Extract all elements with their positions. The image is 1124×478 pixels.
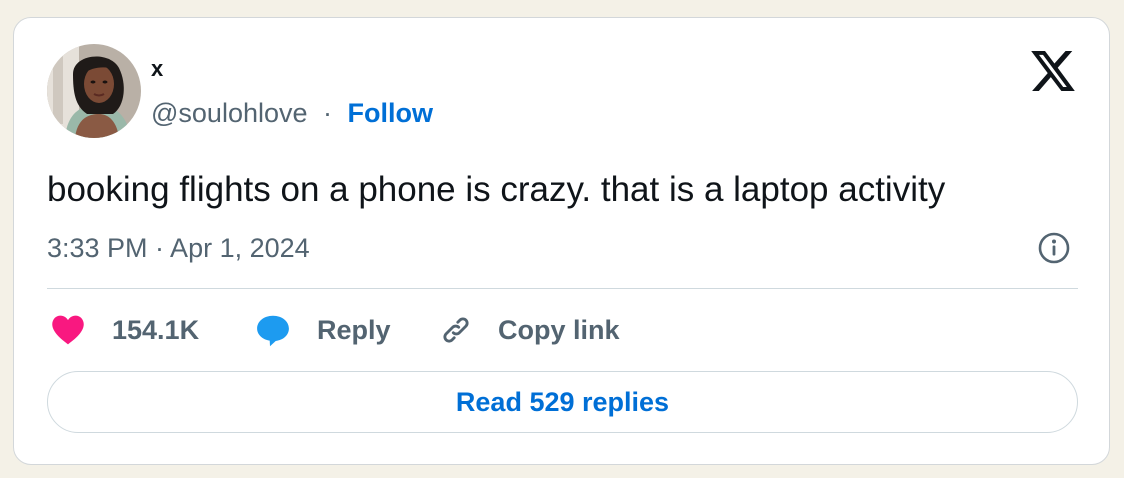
- author-display-name[interactable]: x: [151, 56, 163, 82]
- tweet-timestamp[interactable]: 3:33 PM · Apr 1, 2024: [47, 231, 310, 265]
- author-handle-row: @soulohlove · Follow: [151, 96, 433, 130]
- tweet-card: x @soulohlove · Follow booking flights o…: [13, 17, 1110, 465]
- follow-button[interactable]: Follow: [348, 98, 433, 128]
- copy-link-label: Copy link: [498, 314, 620, 345]
- speech-bubble-icon: [255, 312, 291, 348]
- read-replies-button[interactable]: Read 529 replies: [47, 371, 1078, 433]
- author-handle[interactable]: @soulohlove: [151, 98, 308, 128]
- avatar[interactable]: [47, 44, 141, 138]
- divider: [47, 288, 1078, 289]
- reply-label: Reply: [317, 314, 391, 345]
- handle-separator: ·: [323, 98, 333, 128]
- like-button[interactable]: 154.1K: [50, 311, 199, 349]
- x-logo-icon[interactable]: [1031, 51, 1075, 91]
- avatar-photo: [47, 44, 141, 138]
- like-count: 154.1K: [112, 314, 200, 345]
- heart-icon: [50, 312, 86, 348]
- tweet-text: booking flights on a phone is crazy. tha…: [47, 170, 946, 209]
- reply-button[interactable]: Reply: [255, 311, 391, 349]
- copy-link-button[interactable]: Copy link: [438, 311, 620, 349]
- info-icon[interactable]: [1037, 231, 1071, 265]
- link-icon: [438, 312, 474, 348]
